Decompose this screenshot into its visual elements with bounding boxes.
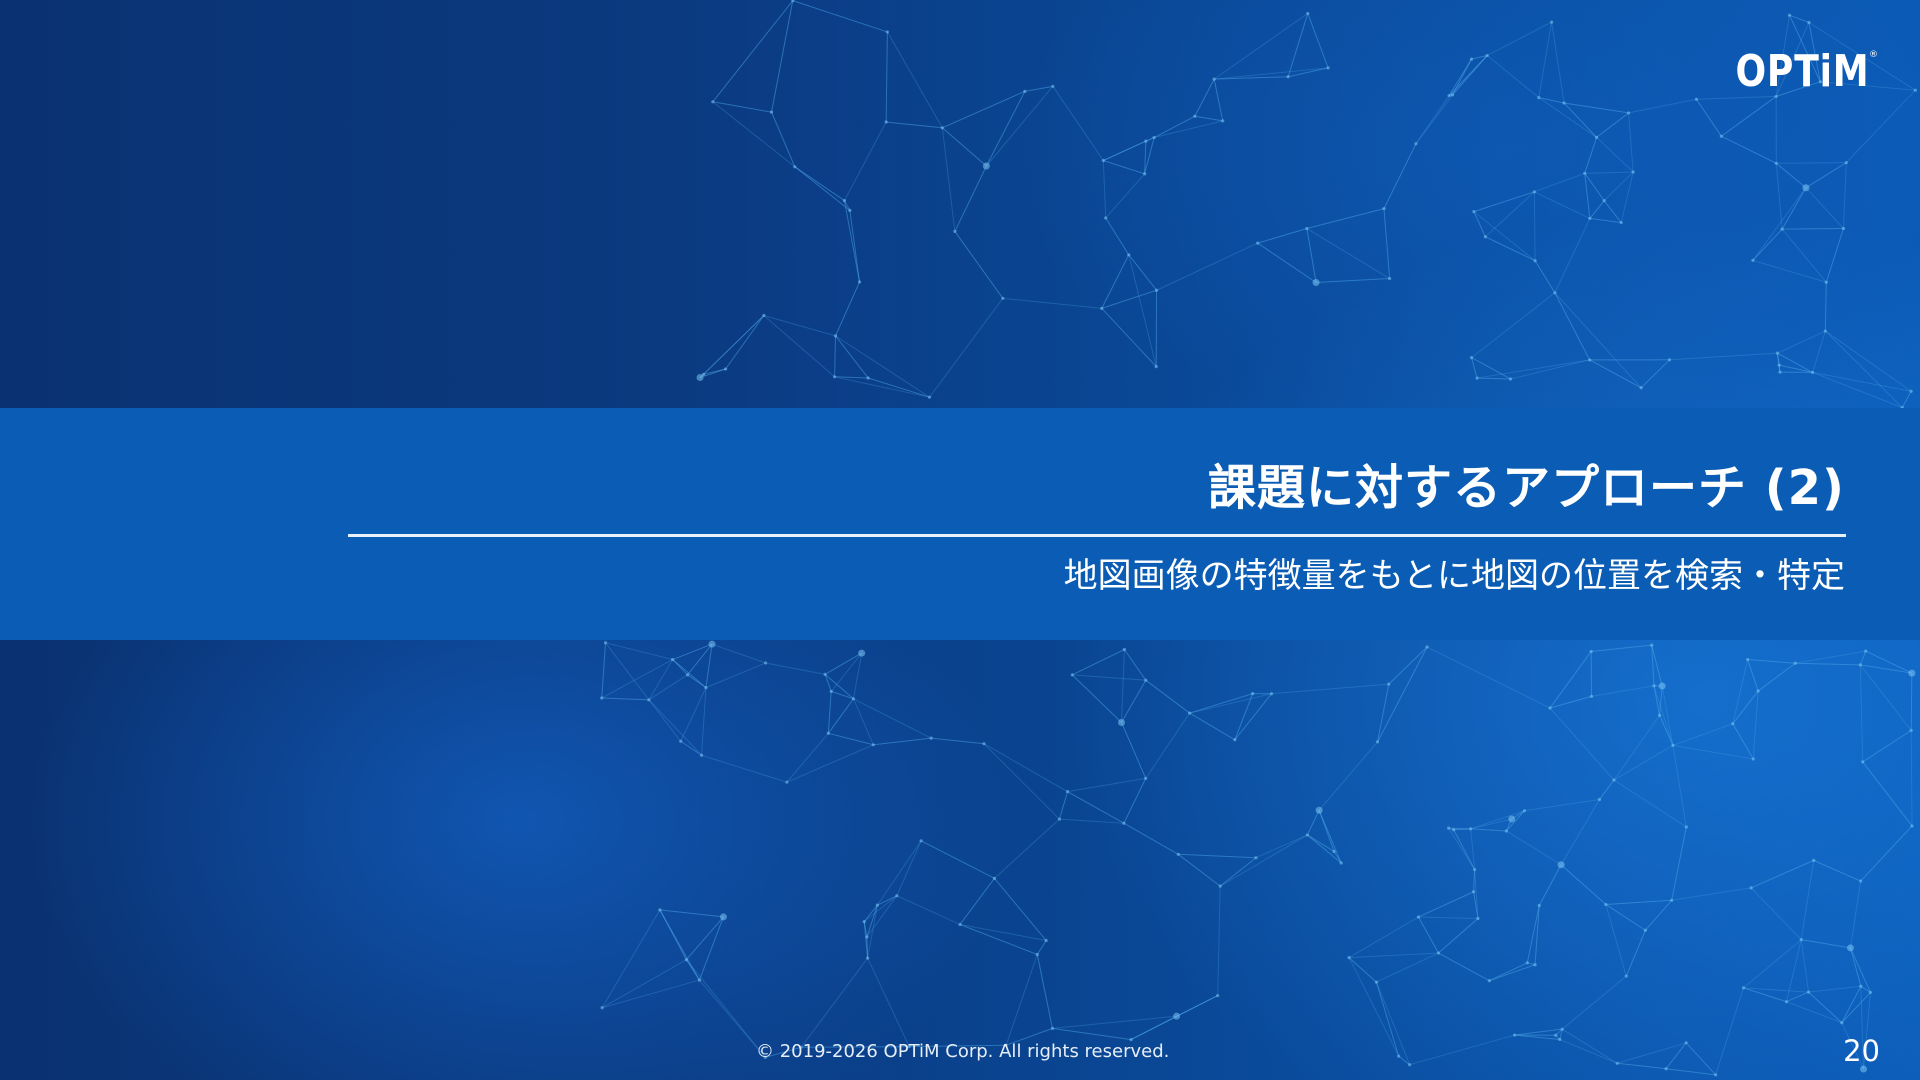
title-band xyxy=(0,408,1920,640)
optim-logo: OPTiM xyxy=(1735,46,1870,97)
title-divider xyxy=(348,534,1846,537)
slide: OPTiM ® 課題に対するアプローチ (2) 地図画像の特徴量をもとに地図の位… xyxy=(0,0,1920,1080)
slide-title: 課題に対するアプローチ (2) xyxy=(1208,460,1845,516)
slide-subtitle: 地図画像の特徴量をもとに地図の位置を検索・特定 xyxy=(1063,556,1845,596)
page-number: 20 xyxy=(1843,1034,1880,1068)
registered-mark: ® xyxy=(1869,50,1878,60)
copyright-text: © 2019-2026 OPTiM Corp. All rights reser… xyxy=(756,1041,1170,1062)
